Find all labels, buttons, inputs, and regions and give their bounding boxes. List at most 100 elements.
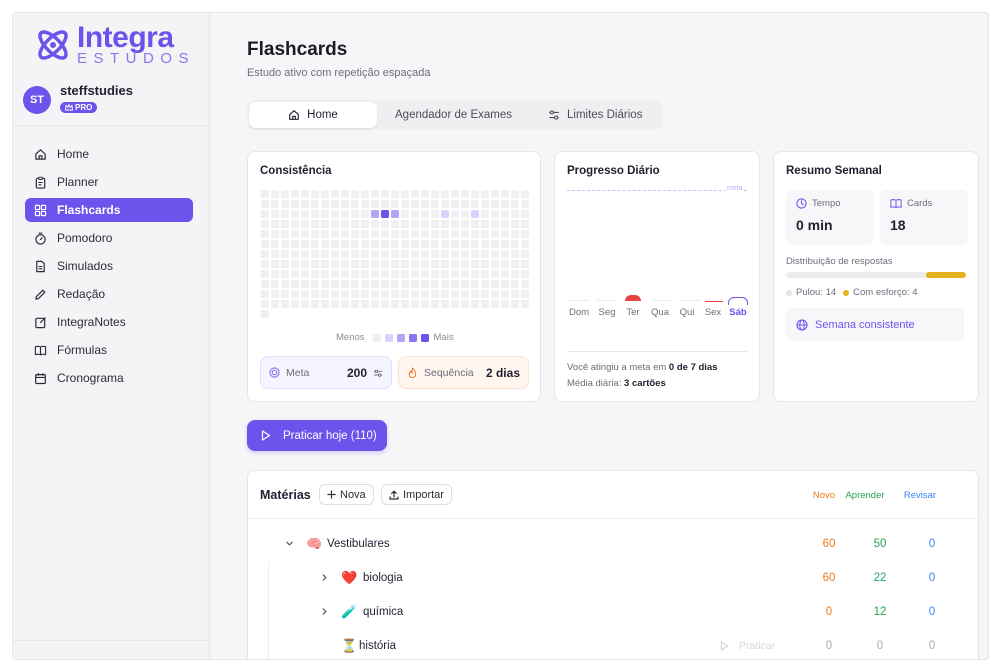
heatmap-cell bbox=[321, 210, 329, 218]
import-button[interactable]: Importar bbox=[381, 484, 452, 505]
heatmap-cell bbox=[381, 190, 389, 198]
user-profile[interactable]: ST steffstudies PRO bbox=[23, 83, 133, 116]
heatmap-cell bbox=[481, 210, 489, 218]
tab-agendador[interactable]: Agendador de Exames bbox=[377, 102, 530, 128]
heatmap-cell bbox=[331, 300, 339, 308]
heatmap-cell bbox=[271, 270, 279, 278]
heatmap-cell bbox=[491, 220, 499, 228]
sidebar-item-home[interactable]: Home bbox=[25, 142, 193, 166]
heatmap-cell bbox=[381, 300, 389, 308]
heatmap-cell bbox=[311, 280, 319, 288]
heatmap-cell bbox=[481, 200, 489, 208]
heatmap-cell bbox=[321, 270, 329, 278]
home-icon bbox=[33, 147, 47, 161]
chevron-down-icon[interactable] bbox=[285, 539, 294, 548]
brain-icon: 🧠 bbox=[306, 536, 323, 551]
day-label-today: Sáb bbox=[729, 307, 747, 318]
heatmap-cell bbox=[321, 200, 329, 208]
sidebar-item-label: Cronograma bbox=[57, 371, 124, 385]
heatmap-cell bbox=[291, 250, 299, 258]
heatmap-cell bbox=[491, 260, 499, 268]
sidebar-item-integranotes[interactable]: IntegraNotes bbox=[25, 310, 193, 334]
effort-count: Com esforço: 4 bbox=[853, 287, 918, 298]
heatmap-cell bbox=[371, 190, 379, 198]
heatmap-cell bbox=[511, 260, 519, 268]
heatmap-cell bbox=[361, 230, 369, 238]
heatmap-cell bbox=[361, 190, 369, 198]
sidebar-item-planner[interactable]: Planner bbox=[25, 170, 193, 194]
daily-progress-card: Progresso Diário meta Dom Seg Ter Qua Qu… bbox=[554, 151, 760, 402]
tab-label: Agendador de Exames bbox=[395, 109, 512, 121]
heatmap-cell bbox=[361, 260, 369, 268]
chevron-right-icon[interactable] bbox=[320, 607, 329, 616]
heatmap-cell bbox=[431, 290, 439, 298]
heatmap-cell bbox=[271, 230, 279, 238]
heatmap-cell bbox=[381, 240, 389, 248]
heatmap-cell bbox=[441, 210, 449, 218]
tab-home[interactable]: Home bbox=[249, 102, 377, 128]
subject-name: química bbox=[363, 606, 404, 618]
sidebar-item-flashcards[interactable]: Flashcards bbox=[25, 198, 193, 222]
table-row[interactable]: ❤️ biologia 60 22 0 bbox=[248, 562, 978, 596]
heatmap-cell bbox=[471, 200, 479, 208]
heatmap-cell bbox=[441, 190, 449, 198]
heatmap-cell bbox=[451, 230, 459, 238]
col-header-new[interactable]: Novo bbox=[804, 490, 844, 501]
daily-progress-title: Progresso Diário bbox=[567, 165, 660, 177]
count-review: 0 bbox=[928, 606, 936, 618]
heatmap-cell bbox=[391, 190, 399, 198]
heatmap-cell bbox=[471, 240, 479, 248]
heatmap-cell bbox=[451, 240, 459, 248]
row-practice-button[interactable]: Praticar bbox=[720, 640, 775, 652]
day-label: Dom bbox=[568, 307, 590, 318]
practice-today-button[interactable]: Praticar hoje (110) bbox=[247, 420, 387, 451]
heatmap-cell bbox=[431, 190, 439, 198]
heatmap-cell bbox=[431, 230, 439, 238]
heatmap-cell bbox=[451, 290, 459, 298]
heatmap-cell bbox=[361, 210, 369, 218]
subject-name: biologia bbox=[363, 572, 403, 584]
heatmap-cell bbox=[301, 230, 309, 238]
effort-dot bbox=[843, 289, 850, 296]
new-subject-button[interactable]: Nova bbox=[319, 484, 374, 505]
chevron-right-icon[interactable] bbox=[320, 573, 329, 582]
heatmap-cell bbox=[291, 240, 299, 248]
heatmap-cell bbox=[271, 210, 279, 218]
heatmap-cell bbox=[341, 230, 349, 238]
sidebar-item-cronograma[interactable]: Cronograma bbox=[25, 366, 193, 390]
heatmap-cell bbox=[381, 290, 389, 298]
heatmap-cell bbox=[461, 250, 469, 258]
progress-divider bbox=[567, 351, 747, 352]
heatmap-cell bbox=[521, 270, 529, 278]
heatmap-cell bbox=[441, 260, 449, 268]
heatmap-cell bbox=[461, 260, 469, 268]
heatmap-cell bbox=[491, 270, 499, 278]
tab-limites[interactable]: Limites Diários bbox=[530, 102, 660, 128]
table-row[interactable]: 🧪 química 0 12 0 bbox=[248, 596, 978, 630]
heatmap-cell bbox=[431, 220, 439, 228]
col-header-learn[interactable]: Aprender bbox=[840, 490, 890, 501]
sidebar-item-formulas[interactable]: Fórmulas bbox=[25, 338, 193, 362]
heatmap-cell bbox=[411, 300, 419, 308]
sidebar-item-redacao[interactable]: Redação bbox=[25, 282, 193, 306]
brand-logo[interactable]: Integra ESTUDOS bbox=[33, 23, 195, 66]
table-row[interactable]: 🧠 Vestibulares 60 50 0 bbox=[248, 528, 978, 562]
daily-average: Média diária: 3 cartões bbox=[567, 378, 666, 389]
sidebar-item-pomodoro[interactable]: Pomodoro bbox=[25, 226, 193, 250]
pencil-icon bbox=[33, 287, 47, 301]
sidebar-item-simulados[interactable]: Simulados bbox=[25, 254, 193, 278]
goal-chip[interactable]: Meta 200 bbox=[260, 356, 392, 389]
heatmap-cell bbox=[381, 220, 389, 228]
heatmap-cell bbox=[261, 270, 269, 278]
col-header-review[interactable]: Revisar bbox=[898, 490, 942, 501]
heatmap-cell bbox=[331, 250, 339, 258]
heatmap-cell bbox=[511, 230, 519, 238]
heatmap-cell bbox=[521, 250, 529, 258]
heatmap-cell bbox=[481, 300, 489, 308]
clock-icon bbox=[796, 198, 807, 209]
table-row[interactable]: ⏳ história Praticar 0 0 0 bbox=[248, 630, 978, 659]
heatmap-cell bbox=[401, 190, 409, 198]
heatmap-cell bbox=[301, 250, 309, 258]
consistent-week-label: Semana consistente bbox=[815, 318, 915, 331]
day-bar bbox=[597, 300, 617, 301]
